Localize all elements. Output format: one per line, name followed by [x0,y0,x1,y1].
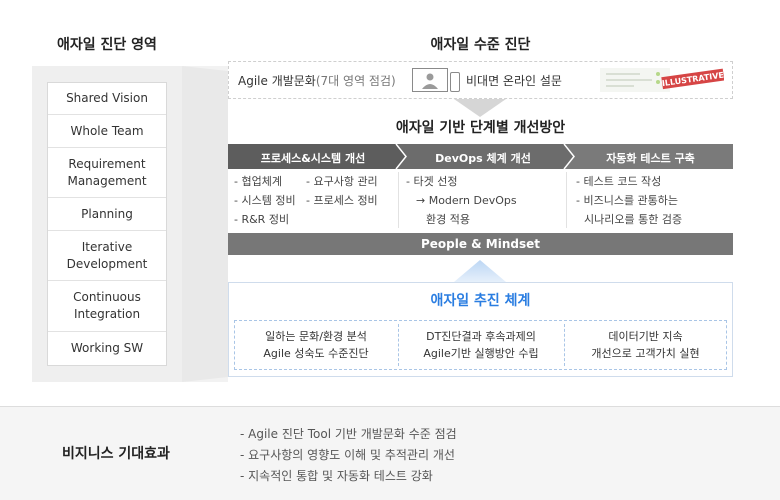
agile-culture-sub: (7대 영역 점검) [315,74,396,88]
area-item-working-sw: Working SW [70,341,144,355]
illustrative-survey-image: ILLUSTRATIVE [600,68,724,92]
effect-item: - Agile 진단 Tool 기반 개발문화 수준 점검 [240,427,457,441]
area-item-planning: Planning [48,198,166,231]
business-effects-list: - Agile 진단 Tool 기반 개발문화 수준 점검 - 요구사항의 영향… [240,424,457,487]
chevron-process-system: 프로세스&시스템 개선 [260,152,366,165]
detail-item: - R&R 정비 [234,213,290,226]
area-item-requirement-management: Requirement Management [48,148,166,198]
people-mindset-bar: People & Mindset [228,233,733,255]
process-details-right: - 요구사항 관리 - 프로세스 정비 [306,172,378,210]
detail-item: 환경 적용 [426,213,470,226]
detail-item: - 요구사항 관리 [306,175,378,188]
agile-culture-label: Agile 개발문화(7대 영역 점검) [238,72,396,89]
detail-item: - 타겟 선정 [406,175,458,188]
chevron-test-automation: 자동화 테스트 구축 [606,152,695,165]
promotion-cell-line: Agile 성숙도 수준진단 [263,347,369,360]
promotion-cell-line: Agile기반 실행방안 수립 [423,347,539,360]
business-effects-title: 비지니스 기대효과 [62,446,170,462]
assessment-title: 애자일 수준 진단 [430,37,531,53]
mobile-phone-icon [450,72,460,92]
process-details-left: - 협업체계 - 시스템 정비 - R&R 정비 [234,172,296,229]
agile-culture-text: Agile 개발문화 [238,74,316,88]
detail-item: - 테스트 코드 작성 [576,175,662,188]
promotion-cell-2: DT진단결과 후속과제의 Agile기반 실행방안 수립 [398,328,564,362]
up-arrow-blue-icon [454,260,506,282]
funnel-connector [182,66,228,382]
area-item-shared-vision: Shared Vision [48,83,166,115]
detail-item: 시나리오를 통한 검증 [584,213,683,226]
promotion-title: 애자일 추진 체계 [430,293,531,309]
detail-item: → Modern DevOps [416,194,517,207]
area-item-iterative-development: Iterative Development [48,231,166,281]
devops-details: - 타겟 선정 → Modern DevOps 환경 적용 [406,172,517,229]
column-divider [398,172,399,228]
promotion-cell-1: 일하는 문화/환경 분석 Agile 성숙도 수준진단 [234,328,398,362]
detail-item: - 비즈니스를 관통하는 [576,194,679,207]
promotion-cell-line: 개선으로 고객가치 실현 [591,347,700,360]
chevron-devops: DevOps 체계 개선 [435,152,531,165]
detail-item: - 시스템 정비 [234,194,296,207]
monitor-icon [412,68,448,92]
improvement-title: 애자일 기반 단계별 개선방안 [395,120,566,136]
test-automation-details: - 테스트 코드 작성 - 비즈니스를 관통하는 시나리오를 통한 검증 [576,172,682,229]
down-arrow-gray-icon [454,99,506,117]
diagnostic-area-list: Shared Vision Whole Team Requirement Man… [47,82,167,366]
detail-item: - 협업체계 [234,175,282,188]
effect-item: - 요구사항의 영향도 이해 및 추적관리 개선 [240,448,455,462]
area-item-whole-team: Whole Team [48,115,166,148]
effect-item: - 지속적인 통합 및 자동화 테스트 강화 [240,469,433,483]
online-survey-label: 비대면 온라인 설문 [466,74,562,88]
left-title: 애자일 진단 영역 [57,37,157,53]
promotion-cell-line: DT진단결과 후속과제의 [426,330,536,343]
promotion-cell-line: 일하는 문화/환경 분석 [265,330,367,343]
detail-item: - 프로세스 정비 [306,194,378,207]
promotion-cell-3: 데이터기반 지속 개선으로 고객가치 실현 [564,328,727,362]
column-divider [566,172,567,228]
promotion-cell-line: 데이터기반 지속 [608,330,683,343]
area-item-continuous-integration: Continuous Integration [48,281,166,332]
